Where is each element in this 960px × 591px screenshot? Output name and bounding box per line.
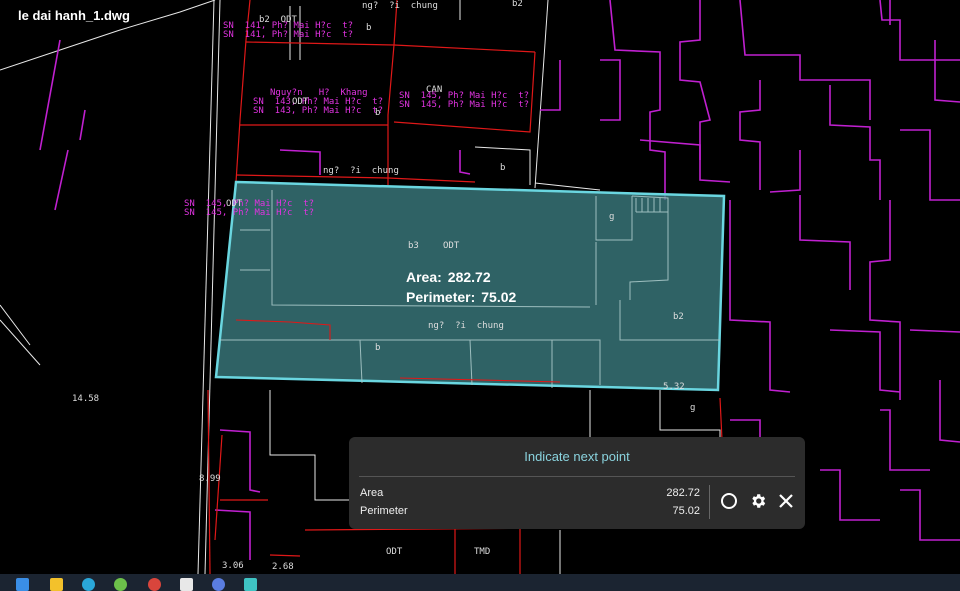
area-overlay-value: 282.72 <box>447 269 491 285</box>
app-icon-4[interactable] <box>212 578 225 591</box>
measure-overlay: Area: 282.72 Perimeter: 75.02 <box>406 267 516 307</box>
drawing-label: TMD <box>474 547 491 557</box>
drawing-label: b <box>500 163 506 173</box>
app-icon-2[interactable] <box>148 578 161 591</box>
drawing-label: ODT <box>443 241 460 251</box>
divider <box>709 485 710 519</box>
drawing-label: b <box>366 23 372 33</box>
drawing-label: ODT <box>292 97 309 107</box>
drawing-label: b2 <box>673 312 684 322</box>
drawing-label: SN 145, Ph? Mai H?c t? <box>399 100 530 110</box>
drawing-label: ODT <box>386 547 403 557</box>
drawing-label: 3.06 <box>222 561 244 571</box>
app-icon-5[interactable] <box>244 578 257 591</box>
drawing-title: le dai hanh_1.dwg <box>18 8 130 23</box>
file-explorer-icon[interactable] <box>16 578 29 591</box>
circle-measure-button[interactable] <box>718 490 740 512</box>
drawing-label: b2 <box>512 0 523 9</box>
chrome-icon[interactable] <box>82 578 95 591</box>
drawing-label: 5.32 <box>663 382 685 392</box>
drawing-label: b <box>375 343 381 353</box>
area-value: 282.72 <box>666 487 700 499</box>
app-icon-3[interactable] <box>180 578 193 591</box>
drawing-label: ng? ?i chung <box>428 321 504 331</box>
gear-icon <box>752 494 766 508</box>
drawing-label: ng? ?i chung <box>362 1 438 11</box>
drawing-label: SN 143, Ph? Mai H?c t? <box>253 106 384 116</box>
circle-icon <box>721 493 737 509</box>
close-icon <box>779 494 793 508</box>
measure-prompt: Indicate next point <box>524 449 630 464</box>
drawing-label: b <box>375 108 381 118</box>
perimeter-label: Perimeter <box>360 505 408 517</box>
drawing-label: ng? ?i chung <box>323 166 399 176</box>
edge-icon[interactable] <box>50 578 63 591</box>
drawing-label: g <box>609 212 615 222</box>
measure-panel: Indicate next point Area 282.72 Perimete… <box>349 437 805 529</box>
drawing-label: 8.99 <box>199 474 221 484</box>
close-button[interactable] <box>775 490 797 512</box>
perimeter-overlay-label: Perimeter: <box>406 289 476 305</box>
perimeter-value: 75.02 <box>672 505 700 517</box>
drawing-label: ODT <box>226 199 243 209</box>
drawing-label: b3 <box>408 241 419 251</box>
area-overlay-label: Area: <box>406 269 442 285</box>
area-label: Area <box>360 487 384 499</box>
perimeter-overlay-value: 75.02 <box>481 289 517 305</box>
settings-button[interactable] <box>747 490 769 512</box>
app-icon-1[interactable] <box>114 578 127 591</box>
taskbar <box>0 574 960 591</box>
drawing-label: g <box>690 403 696 413</box>
drawing-label: SN 145, Ph? Mai H?c t? <box>184 208 315 218</box>
drawing-label: 2.68 <box>272 562 294 572</box>
drawing-label: SN 141, Ph? Mai H?c t? <box>223 30 354 40</box>
drawing-label: 14.58 <box>72 394 100 404</box>
divider <box>359 476 795 477</box>
